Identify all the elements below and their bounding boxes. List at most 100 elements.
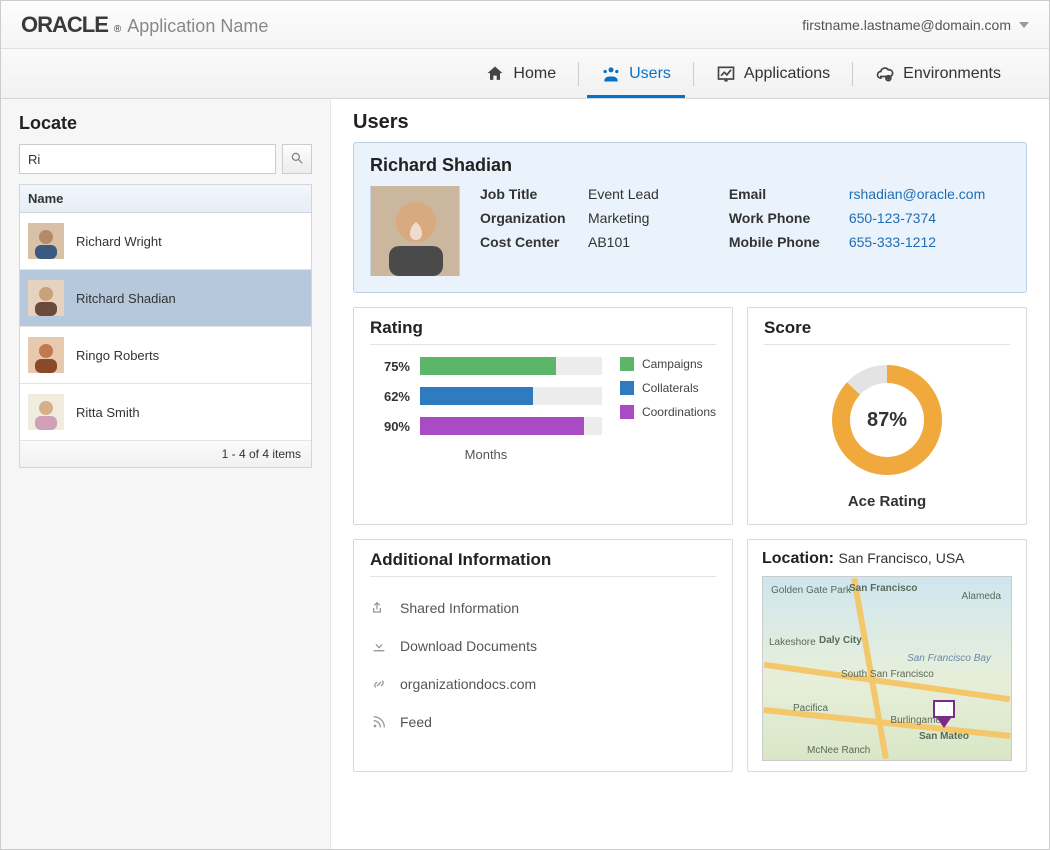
additional-item-feed[interactable]: Feed <box>370 703 716 741</box>
sidebar-title: Locate <box>19 113 312 134</box>
nav-separator <box>852 62 853 86</box>
swatch-icon <box>620 381 634 395</box>
bar-value: 62% <box>370 389 410 404</box>
list-pagination: 1 - 4 of 4 items <box>19 441 312 468</box>
nav-separator <box>693 62 694 86</box>
swatch-icon <box>620 357 634 371</box>
bar-collaterals: 62% <box>370 387 602 405</box>
avatar <box>28 337 64 373</box>
label-cost-center: Cost Center <box>480 234 578 250</box>
legend-label: Campaigns <box>642 357 703 371</box>
location-panel: Location: San Francisco, USA Golden Gate… <box>747 539 1027 772</box>
search-row <box>19 144 312 174</box>
profile-name: Richard Shadian <box>370 155 1010 176</box>
search-input[interactable] <box>19 144 276 174</box>
email-link[interactable]: rshadian@oracle.com <box>849 186 985 202</box>
legend-item: Coordinations <box>620 405 716 419</box>
map-pin-icon <box>933 700 955 728</box>
additional-location-row: Additional Information Shared Informatio… <box>353 539 1027 772</box>
additional-item-label: Feed <box>400 714 432 730</box>
list-item[interactable]: Ritta Smith <box>20 384 311 441</box>
label-mobile-phone: Mobile Phone <box>729 234 839 250</box>
additional-item-label: Download Documents <box>400 638 537 654</box>
score-donut: 87% <box>832 365 942 475</box>
brand-logo-text: ORACLE <box>21 12 108 38</box>
brand-block: ORACLE ® Application Name <box>21 12 268 38</box>
label-work-phone: Work Phone <box>729 210 839 226</box>
label-email: Email <box>729 186 839 202</box>
score-value: 87% <box>832 365 942 475</box>
additional-item-link[interactable]: organizationdocs.com <box>370 665 716 703</box>
score-title: Score <box>764 318 1010 345</box>
nav-users[interactable]: Users <box>583 52 689 98</box>
nav-home[interactable]: Home <box>467 52 574 98</box>
bar-track <box>420 417 602 435</box>
page-title: Users <box>353 111 1027 134</box>
value-work-phone[interactable]: 650-123-7374 <box>849 210 985 226</box>
avatar <box>28 223 64 259</box>
profile-details-right: Email rshadian@oracle.com Work Phone 650… <box>729 186 985 250</box>
nav-label: Users <box>629 65 671 83</box>
map-place-label: Pacifica <box>793 703 828 714</box>
bar-value: 75% <box>370 359 410 374</box>
map-place-label: Golden Gate Park <box>771 585 851 596</box>
map-place-label: San Mateo <box>919 731 969 742</box>
registered-mark: ® <box>114 24 121 35</box>
list-item-label: Ritta Smith <box>76 405 140 420</box>
map-place-label: Alameda <box>962 591 1001 602</box>
home-icon <box>485 64 505 84</box>
location-map[interactable]: Golden Gate Park San Francisco Alameda L… <box>762 576 1012 761</box>
nav-label: Home <box>513 65 556 83</box>
location-title: Location: San Francisco, USA <box>762 550 1012 568</box>
users-icon <box>601 64 621 84</box>
legend-item: Collaterals <box>620 381 716 395</box>
profile-card: Richard Shadian Job Title Event Lead Org… <box>353 142 1027 293</box>
nav-environments[interactable]: Environments <box>857 52 1019 98</box>
list-item[interactable]: Richard Wright <box>20 213 311 270</box>
list-item[interactable]: Ritchard Shadian <box>20 270 311 327</box>
additional-item-label: organizationdocs.com <box>400 676 536 692</box>
list-item-label: Ritchard Shadian <box>76 291 176 306</box>
rating-panel: Rating 75% 62% 90% <box>353 307 733 525</box>
value-mobile-phone[interactable]: 655-333-1212 <box>849 234 985 250</box>
location-value: San Francisco, USA <box>838 550 964 566</box>
global-header: ORACLE ® Application Name firstname.lastn… <box>1 1 1049 49</box>
list-item[interactable]: Ringo Roberts <box>20 327 311 384</box>
primary-nav: Home Users Applications Environments <box>1 49 1049 99</box>
nav-label: Environments <box>903 65 1001 83</box>
score-caption: Ace Rating <box>848 493 926 510</box>
legend-label: Coordinations <box>642 405 716 419</box>
user-menu[interactable]: firstname.lastname@domain.com <box>802 17 1029 33</box>
map-place-label: San Francisco <box>849 583 917 594</box>
share-icon <box>370 599 388 617</box>
label-organization: Organization <box>480 210 578 226</box>
list-item-label: Ringo Roberts <box>76 348 159 363</box>
search-button[interactable] <box>282 144 312 174</box>
additional-item-label: Shared Information <box>400 600 519 616</box>
profile-details-left: Job Title Event Lead Organization Market… <box>480 186 659 250</box>
map-place-label: South San Francisco <box>841 669 934 680</box>
legend-item: Campaigns <box>620 357 716 371</box>
additional-title: Additional Information <box>370 550 716 577</box>
bar-coordinations: 90% <box>370 417 602 435</box>
avatar <box>28 394 64 430</box>
nav-label: Applications <box>744 65 830 83</box>
legend-label: Collaterals <box>642 381 699 395</box>
value-organization: Marketing <box>588 210 659 226</box>
link-icon <box>370 675 388 693</box>
additional-item-shared[interactable]: Shared Information <box>370 589 716 627</box>
profile-grid: Job Title Event Lead Organization Market… <box>370 186 1010 276</box>
nav-applications[interactable]: Applications <box>698 52 848 98</box>
list-item-label: Richard Wright <box>76 234 162 249</box>
map-place-label: San Francisco Bay <box>907 653 991 664</box>
cloud-icon <box>875 64 895 84</box>
user-email: firstname.lastname@domain.com <box>802 17 1011 33</box>
bar-track <box>420 387 602 405</box>
user-list: Richard Wright Ritchard Shadian Ringo Ro… <box>19 213 312 441</box>
avatar <box>28 280 64 316</box>
additional-item-download[interactable]: Download Documents <box>370 627 716 665</box>
bar-campaigns: 75% <box>370 357 602 375</box>
value-email[interactable]: rshadian@oracle.com <box>849 186 985 202</box>
body-layout: Locate Name Richard Wright Ritchard Shad… <box>1 99 1049 849</box>
app-name: Application Name <box>127 16 268 37</box>
